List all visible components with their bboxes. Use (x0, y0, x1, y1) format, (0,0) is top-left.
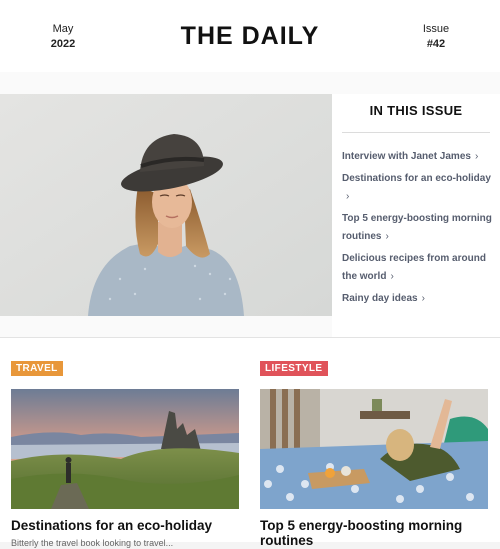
category-tag-travel[interactable]: TRAVEL (11, 361, 63, 376)
toc-item-label: Top 5 energy-boosting morning routines (342, 213, 492, 242)
section-divider (0, 337, 500, 338)
newsletter-title: THE DAILY (180, 22, 320, 50)
spacer-band (0, 316, 332, 337)
chevron-right-icon: › (390, 271, 394, 282)
category-tag-lifestyle[interactable]: LIFESTYLE (260, 361, 328, 376)
table-of-contents: IN THIS ISSUE Interview with Janet James… (332, 94, 500, 337)
toc-item-label: Destinations for an eco-holiday (342, 173, 491, 184)
issue-year: 2022 (50, 38, 76, 50)
chevron-right-icon: › (421, 293, 425, 304)
toc-item-recipes[interactable]: Delicious recipes from around the world › (342, 250, 494, 286)
issue-info: Issue #42 (411, 22, 461, 51)
toc-list: Interview with Janet James › Destinations… (342, 148, 494, 312)
article-title[interactable]: Top 5 energy-boosting morning routines (260, 518, 488, 548)
issue-number: #42 (426, 38, 446, 50)
toc-item-label: Delicious recipes from around the world (342, 253, 486, 282)
toc-title: IN THIS ISSUE (369, 103, 463, 118)
article-card-travel[interactable]: TRAVEL Destinations for an eco-holiday B… (11, 358, 239, 549)
newsletter-page: May 2022 THE DAILY Issue #42 IN THIS ISS… (0, 0, 500, 548)
toc-item-label: Rainy day ideas (342, 293, 418, 304)
toc-divider (342, 132, 490, 133)
toc-item-interview[interactable]: Interview with Janet James › (342, 148, 494, 166)
toc-item-rainy-day[interactable]: Rainy day ideas › (342, 290, 494, 308)
chevron-right-icon: › (385, 231, 389, 242)
article-title[interactable]: Destinations for an eco-holiday (11, 518, 239, 533)
issue-label: Issue (422, 23, 450, 35)
spacer-band (0, 72, 500, 94)
article-card-lifestyle[interactable]: LIFESTYLE Top 5 energy-boosting morning … (260, 358, 488, 548)
toc-item-eco-holiday[interactable]: Destinations for an eco-holiday › (342, 170, 494, 206)
article-image-breakfast-in-bed[interactable] (260, 389, 488, 509)
masthead-bar: May 2022 THE DAILY Issue #42 (0, 0, 500, 73)
chevron-right-icon: › (474, 151, 479, 162)
chevron-right-icon: › (346, 191, 350, 202)
issue-date: May 2022 (38, 22, 88, 51)
hero-image-woman-in-hat[interactable] (0, 94, 332, 316)
toc-item-morning-routines[interactable]: Top 5 energy-boosting morning routines › (342, 210, 494, 246)
toc-item-label: Interview with Janet James (342, 151, 471, 162)
article-image-mountain-landscape[interactable] (11, 389, 239, 509)
issue-month: May (52, 23, 74, 35)
article-excerpt: Bitterly the travel book looking to trav… (11, 538, 174, 548)
